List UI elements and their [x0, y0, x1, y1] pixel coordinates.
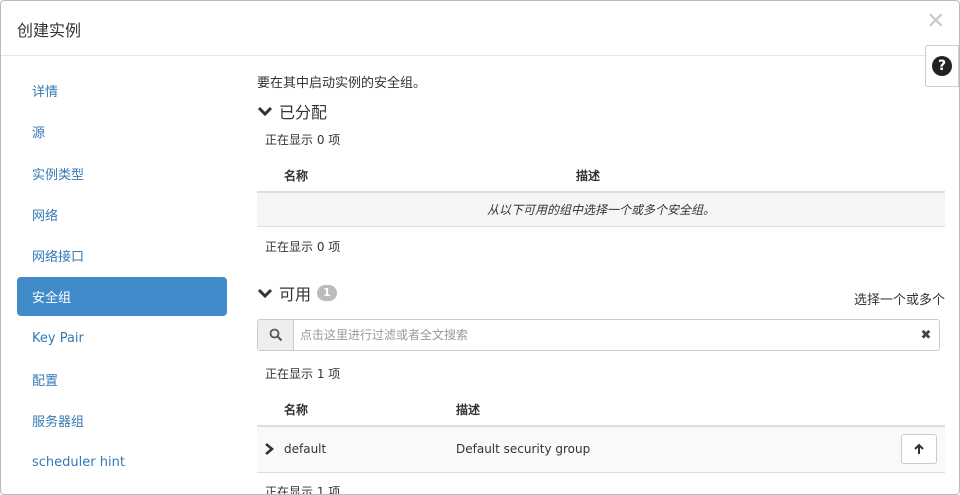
- filter-search: ✖: [257, 319, 940, 351]
- sidebar-item-configuration[interactable]: 配置: [17, 360, 227, 399]
- allocated-heading-label: 已分配: [279, 103, 328, 122]
- create-instance-modal: 创建实例 ✕ ? 详情 源 实例类型 网络 网络接口 安全组 Key Pair …: [0, 0, 960, 495]
- help-button[interactable]: ?: [925, 45, 959, 87]
- sidebar-item-network-ports[interactable]: 网络接口: [17, 236, 227, 275]
- chevron-right-icon[interactable]: [263, 442, 275, 456]
- question-circle-icon: ?: [932, 56, 952, 76]
- allocated-count-bottom: 正在显示 0 项: [265, 240, 341, 254]
- column-name: 名称: [284, 403, 309, 417]
- allocate-button[interactable]: [901, 434, 937, 464]
- sidebar-item-details[interactable]: 详情: [17, 71, 227, 110]
- available-heading[interactable]: 可用 1: [257, 281, 337, 305]
- sidebar-item-source[interactable]: 源: [17, 112, 227, 151]
- row-name: default: [284, 442, 327, 456]
- allocated-heading[interactable]: 已分配: [257, 99, 327, 123]
- available-count-bottom: 正在显示 1 项: [265, 485, 341, 495]
- available-heading-label: 可用: [279, 285, 312, 304]
- allocated-empty-message: 从以下可用的组中选择一个或多个安全组。: [257, 193, 945, 227]
- allocated-count-top: 正在显示 0 项: [265, 133, 341, 147]
- sidebar-item-scheduler-hint[interactable]: scheduler hint: [17, 443, 227, 482]
- allocated-table-header: 名称 描述: [257, 155, 945, 193]
- column-name: 名称: [284, 169, 309, 183]
- sidebar-item-security-groups[interactable]: 安全组: [17, 277, 227, 317]
- close-icon[interactable]: ✕: [927, 11, 945, 33]
- column-description: 描述: [576, 169, 601, 183]
- select-hint: 选择一个或多个: [853, 293, 945, 308]
- clear-icon[interactable]: ✖: [913, 328, 939, 343]
- sidebar-item-key-pair[interactable]: Key Pair: [17, 319, 227, 358]
- sidebar-item-server-groups[interactable]: 服务器组: [17, 401, 227, 440]
- row-description: Default security group: [456, 442, 591, 456]
- wizard-sidebar: 详情 源 实例类型 网络 网络接口 安全组 Key Pair 配置 服务器组 s…: [17, 71, 227, 484]
- modal-header: 创建实例 ✕: [1, 1, 959, 56]
- modal-title: 创建实例: [17, 21, 82, 40]
- arrow-up-icon: [914, 443, 924, 454]
- chevron-down-icon: [257, 288, 273, 299]
- available-count-top: 正在显示 1 项: [265, 367, 341, 381]
- search-input[interactable]: [294, 320, 913, 350]
- available-count-badge: 1: [317, 285, 337, 301]
- sidebar-item-networks[interactable]: 网络: [17, 195, 227, 234]
- available-table-header: 名称 描述: [257, 389, 945, 427]
- sidebar-item-flavor[interactable]: 实例类型: [17, 154, 227, 193]
- column-description: 描述: [456, 403, 481, 417]
- search-icon: [258, 320, 294, 350]
- chevron-down-icon: [257, 106, 273, 117]
- table-row: default Default security group: [257, 427, 945, 473]
- intro-text: 要在其中启动实例的安全组。: [257, 76, 427, 91]
